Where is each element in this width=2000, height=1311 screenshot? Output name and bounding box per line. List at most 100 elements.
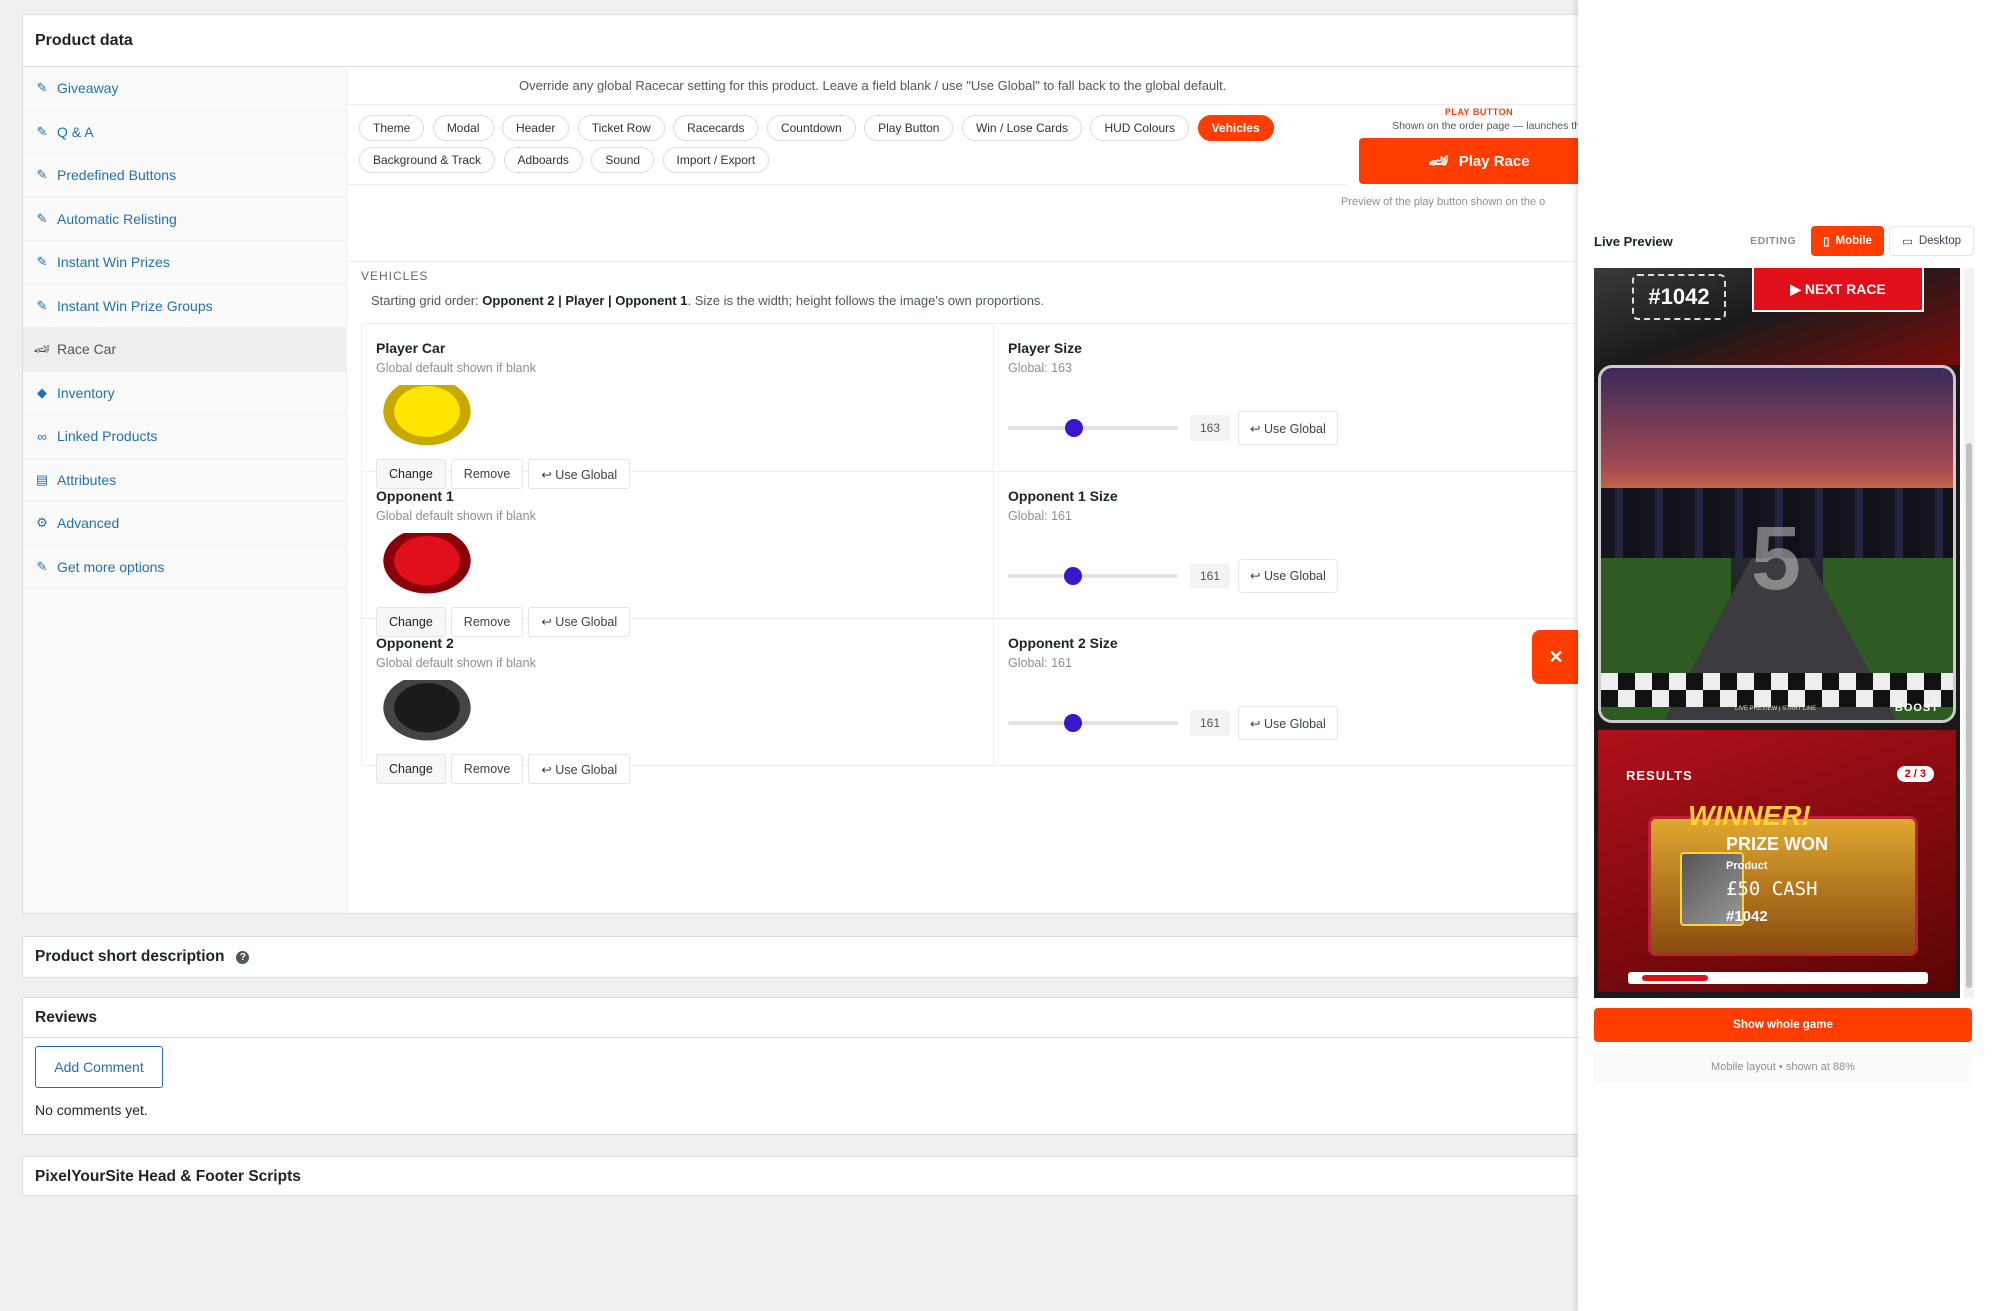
use-global-button[interactable]: ↩ Use Global: [528, 754, 631, 784]
tab-countdown[interactable]: Countdown: [766, 115, 856, 141]
sidebar-item-get-more-options[interactable]: ✎ Get more options: [23, 546, 346, 589]
start-line-label: LIVE PREVIEW | START LINE: [1735, 706, 1817, 712]
pixelyoursite-box[interactable]: PixelYourSite Head & Footer Scripts: [22, 1156, 1602, 1196]
editing-label: EDITING: [1750, 235, 1797, 247]
boost-button[interactable]: BOOST: [1895, 702, 1939, 714]
grid-order: Opponent 2 | Player | Opponent 1: [482, 293, 688, 308]
tab-racecards[interactable]: Racecards: [673, 115, 759, 141]
opponent-1-car-image: [376, 532, 478, 599]
product-data-panel: Product data ✎ Giveaway ✎ Q & A ✎ Predefine…: [22, 14, 1631, 914]
vehicle-name: Opponent 1: [376, 487, 454, 504]
list-icon: ▤: [35, 471, 49, 487]
size-global: Global: 161: [1008, 508, 1072, 523]
tab-theme[interactable]: Theme: [359, 115, 425, 141]
use-global-button[interactable]: ↩ Use Global: [1238, 411, 1338, 445]
vehicles-description: Starting grid order: Opponent 2 | Player…: [371, 293, 1044, 308]
prize-cash: £50 CASH: [1726, 878, 1818, 900]
tab-vehicles[interactable]: Vehicles: [1197, 115, 1274, 141]
size-slider[interactable]: [1008, 566, 1178, 585]
help-icon[interactable]: ?: [236, 950, 250, 964]
prize-won-text: PRIZE WON: [1726, 834, 1828, 854]
use-global-button[interactable]: ↩ Use Global: [1238, 706, 1338, 740]
sidebar-item-automatic-relisting[interactable]: ✎ Automatic Relisting: [23, 198, 346, 241]
sidebar-item-predefined-buttons[interactable]: ✎ Predefined Buttons: [23, 154, 346, 198]
mobile-mode-button[interactable]: ▯ Mobile: [1811, 226, 1884, 256]
sidebar-item-label: Giveaway: [57, 80, 119, 97]
sidebar-item-race-car[interactable]: 🏎 Race Car: [23, 328, 346, 372]
size-label: Opponent 2 Size: [1008, 635, 1118, 651]
sidebar-item-attributes[interactable]: ▤ Attributes: [23, 459, 346, 502]
size-slider[interactable]: [1008, 419, 1178, 437]
tab-ticket-row[interactable]: Ticket Row: [577, 115, 665, 141]
divider: [347, 261, 1601, 262]
play-race-button[interactable]: 🏎 Play Race: [1359, 138, 1599, 184]
size-slider[interactable]: [1008, 714, 1178, 732]
slider-thumb[interactable]: [1063, 566, 1082, 585]
desc-suffix: . Size is the width; height follows the …: [687, 293, 1045, 308]
results-card: RESULTS 2 / 3 WINNER! PRIZE WON Product …: [1598, 730, 1956, 992]
short-description-title: Product short description: [35, 948, 225, 965]
play-button-label: PLAY BUTTON: [1444, 107, 1514, 117]
sidebar-item-label: Automatic Relisting: [57, 210, 177, 227]
tab-play-button[interactable]: Play Button: [864, 115, 954, 141]
add-comment-button[interactable]: Add Comment: [35, 1046, 163, 1088]
reviews-header[interactable]: Reviews: [23, 998, 1601, 1038]
tab-sound[interactable]: Sound: [591, 147, 655, 173]
sidebar-item-instant-win-prize-groups[interactable]: ✎ Instant Win Prize Groups: [23, 285, 346, 328]
settings-tabs: Theme Modal Header Ticket Row Racecards …: [347, 105, 1347, 185]
vehicle-sub: Global default shown if blank: [376, 508, 536, 523]
prize-ticket-id: #1042: [1726, 908, 1768, 925]
tab-header[interactable]: Header: [501, 115, 570, 141]
size-value[interactable]: 161: [1190, 710, 1230, 736]
slider-thumb[interactable]: [1063, 714, 1082, 732]
sidebar-item-qa[interactable]: ✎ Q & A: [23, 111, 346, 154]
product-data-sidebar: ✎ Giveaway ✎ Q & A ✎ Predefined Buttons ✎ Au…: [23, 67, 347, 913]
tab-background-track[interactable]: Background & Track: [359, 147, 496, 173]
sidebar-item-giveaway[interactable]: ✎ Giveaway: [23, 67, 346, 111]
tab-modal[interactable]: Modal: [432, 115, 494, 141]
sidebar-item-linked-products[interactable]: ∞ Linked Products: [23, 415, 346, 459]
close-preview-button[interactable]: ✕: [1532, 630, 1580, 684]
prize-product-label: Product: [1726, 860, 1768, 872]
desktop-mode-button[interactable]: ▭ Desktop: [1888, 226, 1974, 256]
car-icon: 🏎: [1428, 153, 1449, 170]
close-icon: ✕: [1548, 646, 1564, 667]
tab-hud-colours[interactable]: HUD Colours: [1090, 115, 1190, 141]
size-label: Player Size: [1008, 340, 1082, 356]
tab-import-export[interactable]: Import / Export: [662, 147, 770, 173]
panel-title: Product data: [35, 31, 133, 49]
results-scroll-thumb[interactable]: [1642, 975, 1708, 981]
size-value[interactable]: 163: [1190, 415, 1230, 441]
no-comments-text: No comments yet.: [35, 1102, 148, 1118]
next-race-button[interactable]: ▶ NEXT RACE: [1752, 268, 1924, 312]
size-global: Global: 161: [1008, 656, 1072, 670]
wrench-icon: ✎: [36, 167, 48, 183]
change-button[interactable]: Change: [376, 754, 446, 784]
use-global-button[interactable]: ↩ Use Global: [1238, 558, 1338, 593]
tab-adboards[interactable]: Adboards: [503, 147, 583, 173]
desc-prefix: Starting grid order:: [371, 293, 483, 308]
results-scrollbar[interactable]: [1628, 972, 1928, 984]
monitor-icon: ▭: [1901, 236, 1913, 248]
show-whole-game-button[interactable]: Show whole game: [1594, 1008, 1972, 1042]
reviews-box: Reviews Add Comment No comments yet.: [22, 997, 1602, 1135]
remove-button[interactable]: Remove: [450, 754, 524, 784]
size-label: Opponent 1 Size: [1008, 487, 1118, 504]
live-preview-header: Live Preview EDITING ▯ Mobile ▭ Desktop: [1594, 226, 1974, 256]
sidebar-item-inventory[interactable]: ◆ Inventory: [23, 372, 346, 415]
vehicle-name: Player Car: [376, 340, 446, 356]
sidebar-item-label: Get more options: [57, 558, 165, 575]
sidebar-item-instant-win-prizes[interactable]: ✎ Instant Win Prizes: [23, 241, 346, 285]
winner-text: WINNER!: [1688, 800, 1811, 831]
ticket-id: #1042: [1632, 274, 1726, 320]
tab-win-lose-cards[interactable]: Win / Lose Cards: [961, 115, 1082, 141]
slider-thumb[interactable]: [1065, 419, 1084, 437]
mobile-label: Mobile: [1835, 235, 1872, 247]
preview-scrollbar[interactable]: [1964, 268, 1974, 998]
short-description-box[interactable]: Product short description?: [22, 936, 1602, 978]
preview-scroll-thumb[interactable]: [1966, 443, 1972, 988]
size-value[interactable]: 161: [1190, 562, 1230, 589]
product-data-header[interactable]: Product data: [23, 15, 1601, 67]
countdown-number: 5: [1751, 509, 1802, 609]
sidebar-item-advanced[interactable]: ⚙ Advanced: [23, 502, 346, 546]
